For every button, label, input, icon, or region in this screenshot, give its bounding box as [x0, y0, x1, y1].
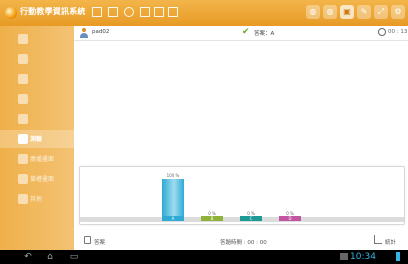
globe-icon[interactable]: ◍ [306, 5, 320, 19]
sidebar-item[interactable] [0, 70, 74, 88]
app-title-bar: 行動教學資訊系統 ◍ ◍ ▣ ✎ ⤢ ⚙ [0, 0, 408, 26]
chat-icon[interactable]: ✎ [357, 5, 371, 19]
home-icon[interactable]: ⌂ [44, 252, 56, 262]
list-icon[interactable] [108, 7, 118, 17]
sidebar-item-label: 搶權畫面 [30, 176, 55, 183]
camera-icon[interactable]: ▣ [340, 5, 354, 19]
user-icon [80, 28, 88, 38]
sidebar: 測驗 廣播畫面 搶權畫面 其他 [0, 26, 74, 250]
list-icon[interactable] [168, 7, 178, 17]
elapsed-time: 答題時間 : 00 : 00 [220, 240, 267, 246]
chart-category-label: D [288, 216, 292, 221]
grid-icon[interactable] [92, 7, 102, 17]
system-navbar: ↶ ⌂ ▭ 10:34 [0, 250, 408, 264]
sidebar-item-other[interactable]: 其他 [0, 190, 74, 208]
app-logo-icon [5, 7, 17, 19]
sidebar-item-broadcast[interactable]: 廣播畫面 [0, 150, 74, 168]
student-header: pad02 ✔ 答案：A 00 : 13 [74, 26, 408, 41]
tablet-screen: 行動教學資訊系統 ◍ ◍ ▣ ✎ ⤢ ⚙ 測驗 廣播畫面 搶權畫面 其他 pad… [0, 0, 408, 264]
person-icon [18, 54, 28, 64]
chart-value-label: 100 % [166, 173, 180, 178]
back-icon[interactable]: ↶ [22, 252, 34, 262]
sidebar-item[interactable] [0, 90, 74, 108]
chart-category-label: B [210, 216, 214, 221]
chart-bar-a [162, 179, 184, 221]
clock-icon [378, 28, 386, 36]
globe-icon[interactable]: ◍ [323, 5, 337, 19]
sidebar-item-quiz[interactable]: 測驗 [0, 130, 74, 148]
person-icon [18, 194, 28, 204]
result-chart: A 100 % B 0 % C 0 % D 0 % [79, 166, 405, 225]
hand-icon [18, 174, 28, 184]
chart-value-label: 0 % [247, 210, 255, 216]
person-icon [18, 74, 28, 84]
broadcast-icon [18, 154, 28, 164]
system-clock: 10:34 [350, 252, 376, 262]
settings-icon[interactable]: ⚙ [391, 5, 405, 19]
main-panel: pad02 ✔ 答案：A 00 : 13 A 100 % B 0 % C 0 % D 0 % … [74, 26, 408, 250]
menu-icon [18, 134, 28, 144]
stats-button[interactable]: 統計 [385, 238, 396, 246]
document-icon[interactable] [154, 7, 164, 17]
status-icons [340, 253, 348, 260]
document-icon[interactable] [140, 7, 150, 17]
chart-category-label: C [249, 216, 253, 221]
chart-category-label: A [171, 216, 175, 221]
timer-text: 00 : 13 [388, 29, 408, 35]
refresh-icon[interactable] [124, 7, 134, 17]
answer-button[interactable]: 答案 [94, 238, 105, 246]
sidebar-item-label: 廣播畫面 [30, 156, 55, 163]
edit-icon [18, 114, 28, 124]
check-icon: ✔ [242, 27, 250, 37]
sidebar-item-grab[interactable]: 搶權畫面 [0, 170, 74, 188]
correct-answer: 答案：A [254, 31, 275, 37]
sidebar-item-label: 其他 [30, 196, 43, 203]
stats-icon[interactable] [374, 235, 382, 244]
chart-value-label: 0 % [286, 210, 294, 216]
fullscreen-icon[interactable]: ⤢ [374, 5, 388, 19]
app-title: 行動教學資訊系統 [20, 7, 86, 16]
quiz-footer: 答案 答題時間 : 00 : 00 統計 [74, 232, 408, 250]
line-icon [18, 94, 28, 104]
chart-value-label: 0 % [208, 210, 216, 216]
user-name: pad02 [92, 29, 110, 35]
sidebar-item-label: 測驗 [30, 136, 43, 143]
sidebar-item[interactable] [0, 50, 74, 68]
sidebar-item[interactable] [0, 30, 74, 48]
battery-icon [396, 252, 400, 261]
sidebar-item[interactable] [0, 110, 74, 128]
recent-apps-icon[interactable]: ▭ [68, 252, 80, 262]
person-icon [18, 34, 28, 44]
answer-icon[interactable] [84, 236, 91, 244]
